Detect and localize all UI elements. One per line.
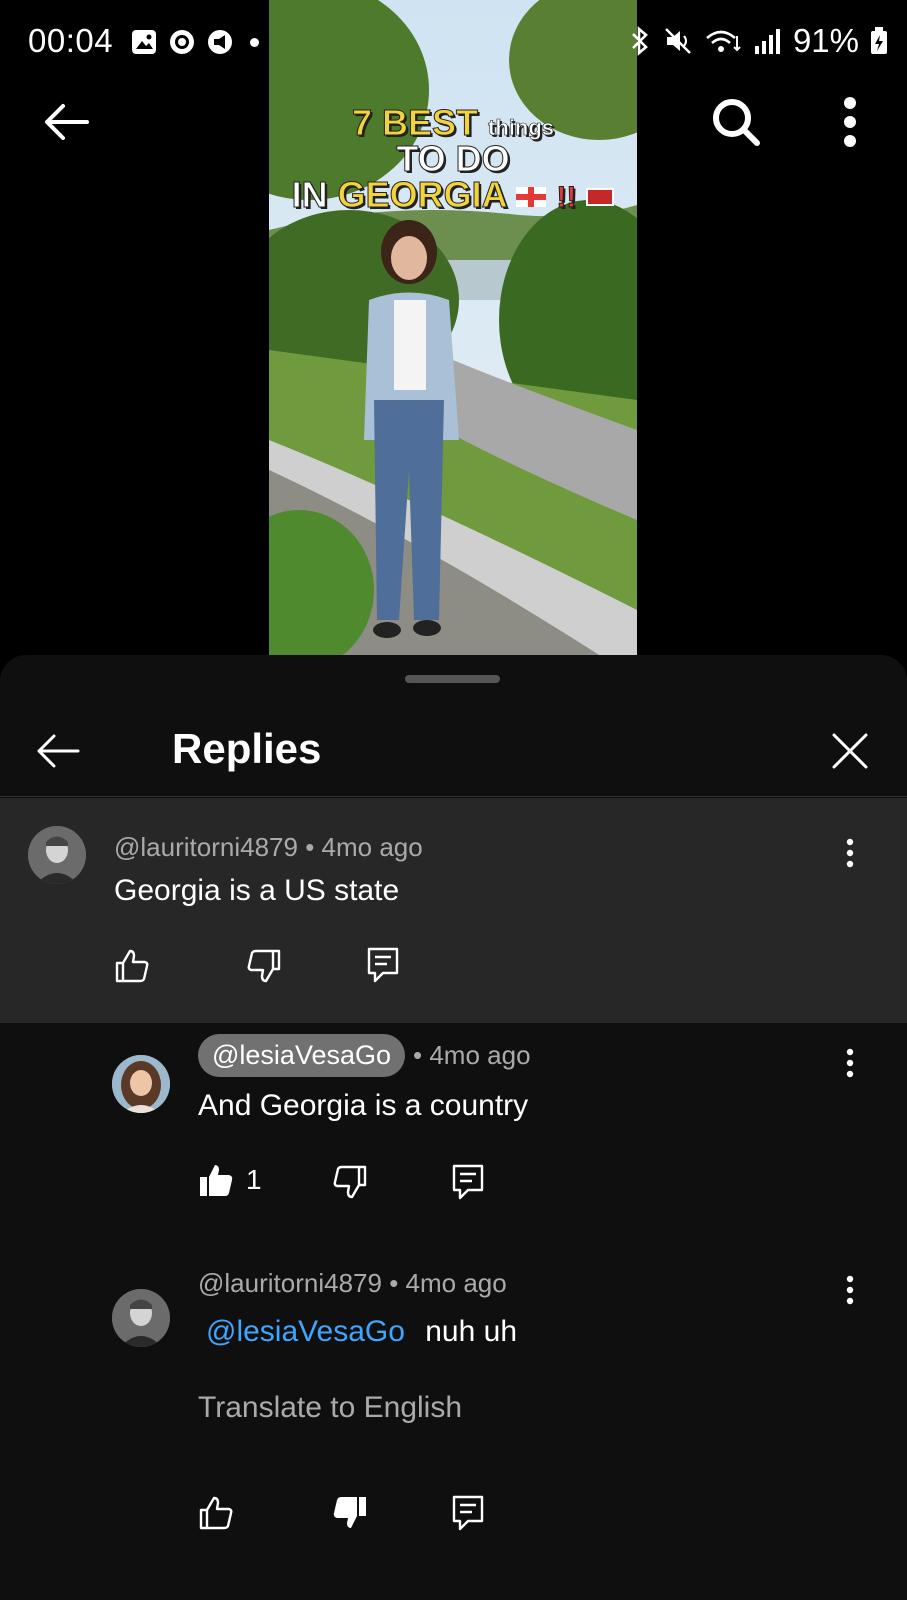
- title-line3-in: IN: [291, 174, 328, 215]
- gallery-notification-icon: [132, 30, 156, 54]
- comment-meta: @lauritorni4879 • 4mo ago: [114, 832, 423, 863]
- battery-percent: 91%: [792, 22, 859, 59]
- like-button[interactable]: [114, 948, 150, 984]
- kebab-menu-icon: [844, 97, 856, 147]
- comment-author[interactable]: @lauritorni4879: [198, 1268, 382, 1298]
- thumbs-down-icon: [247, 949, 281, 983]
- kebab-menu-icon: [846, 838, 854, 868]
- reply-button[interactable]: [451, 1163, 485, 1201]
- comment-text: Georgia is a US state: [114, 874, 400, 907]
- video-player[interactable]: 7 BEST things TO DO IN GEORGIA !!: [0, 0, 907, 655]
- status-bar: 00:04 91%: [0, 0, 907, 88]
- thumbs-up-icon: [115, 949, 149, 983]
- arrow-left-icon: [37, 734, 80, 768]
- comment-age: • 4mo ago: [389, 1268, 507, 1298]
- battery-charging-icon: [871, 27, 887, 54]
- like-count: 1: [246, 1164, 262, 1195]
- dislike-button[interactable]: [332, 1495, 368, 1531]
- georgia-flag-icon: [516, 187, 547, 208]
- thumbs-down-filled-icon: [333, 1497, 366, 1528]
- drag-handle[interactable]: [405, 675, 500, 683]
- thumbs-down-icon: [333, 1165, 367, 1199]
- arrow-left-icon: [45, 104, 89, 140]
- more-options-button[interactable]: [818, 90, 882, 154]
- kebab-menu-icon: [846, 1275, 854, 1305]
- comment-action-menu-button[interactable]: [830, 1265, 870, 1315]
- mute-icon: [665, 28, 691, 54]
- comment-action-menu-button[interactable]: [830, 828, 870, 878]
- title-line3-georgia: GEORGIA: [337, 174, 507, 215]
- comment-text: nuh uh: [425, 1315, 518, 1348]
- replies-back-button[interactable]: [28, 721, 88, 781]
- comment-meta: @lauritorni4879 • 4mo ago: [198, 1268, 507, 1299]
- search-button[interactable]: [704, 90, 768, 154]
- title-line2: TO DO: [396, 138, 510, 179]
- reply-button[interactable]: [451, 1494, 485, 1532]
- avatar[interactable]: [112, 1289, 170, 1347]
- comment-age: • 4mo ago: [413, 1040, 531, 1070]
- comment-action-menu-button[interactable]: [830, 1038, 870, 1088]
- comment-text: And Georgia is a country: [198, 1089, 529, 1122]
- comment-meta: @lesiaVesaGo • 4mo ago: [198, 1034, 531, 1077]
- close-icon: [832, 733, 868, 769]
- like-button[interactable]: 1: [198, 1162, 262, 1198]
- comment-text-line: @lesiaVesaGo nuh uh: [206, 1315, 517, 1349]
- reply-comment-icon: [367, 947, 399, 983]
- like-button[interactable]: [198, 1495, 234, 1531]
- cable-car-icon: [586, 188, 615, 207]
- close-button[interactable]: [820, 721, 880, 781]
- mention-link[interactable]: @lesiaVesaGo: [206, 1315, 405, 1348]
- parent-comment: @lauritorni4879 • 4mo ago Georgia is a U…: [0, 798, 907, 1023]
- reply-button[interactable]: [366, 946, 400, 984]
- reply-comment-icon: [452, 1495, 484, 1531]
- reply-comment-icon: [452, 1164, 484, 1200]
- avatar[interactable]: [28, 826, 86, 884]
- kebab-menu-icon: [846, 1048, 854, 1078]
- dislike-button[interactable]: [246, 948, 282, 984]
- status-time: 00:04: [28, 22, 114, 59]
- camera-notification-icon: [170, 30, 194, 54]
- video-title-overlay: 7 BEST things TO DO IN GEORGIA !!: [269, 102, 637, 215]
- megaphone-notification-icon: [208, 30, 232, 54]
- replies-sheet: Replies @lauritorni4879 • 4mo ago Georgi…: [0, 655, 907, 1600]
- comment-author-highlighted[interactable]: @lesiaVesaGo: [198, 1034, 406, 1077]
- more-notifications-dot: [250, 37, 259, 47]
- video-thumbnail[interactable]: 7 BEST things TO DO IN GEORGIA !!: [269, 0, 637, 655]
- replies-header: Replies: [0, 685, 907, 797]
- search-icon: [713, 99, 760, 146]
- title-line1-big: 7 BEST: [351, 102, 479, 143]
- comment-age: • 4mo ago: [305, 832, 423, 862]
- comment-author[interactable]: @lauritorni4879: [114, 832, 298, 862]
- bluetooth-icon: [632, 26, 648, 56]
- translate-button[interactable]: Translate to English: [198, 1391, 462, 1425]
- replies-title: Replies: [172, 725, 322, 772]
- signal-icon: [754, 29, 780, 54]
- back-button[interactable]: [34, 90, 98, 154]
- dislike-button[interactable]: [332, 1164, 368, 1200]
- thumbs-up-filled-icon: [200, 1165, 233, 1196]
- thumbs-up-icon: [199, 1496, 233, 1530]
- wifi-icon: [706, 30, 741, 52]
- title-line1-small: things: [488, 115, 555, 140]
- avatar[interactable]: [112, 1055, 170, 1113]
- title-line3-exclaim: !!: [556, 181, 577, 214]
